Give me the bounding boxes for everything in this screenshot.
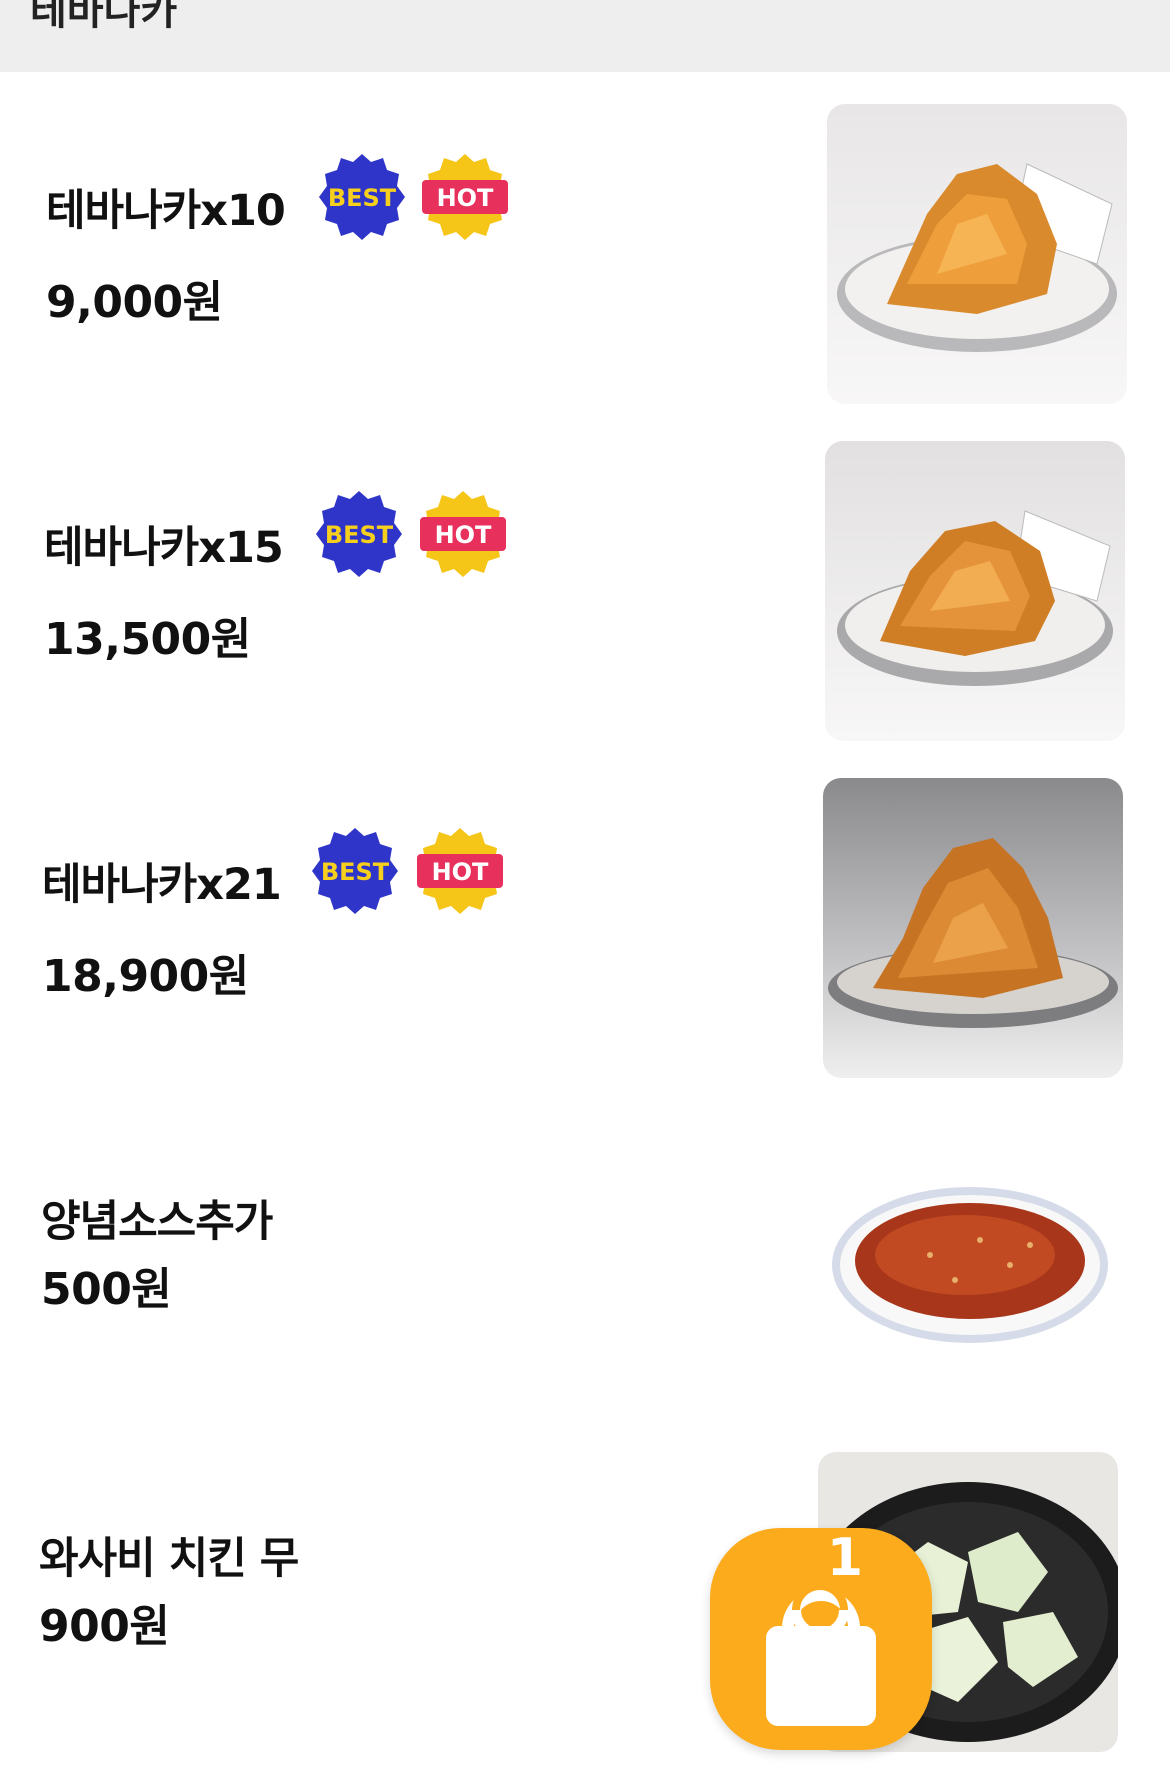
best-badge-label: BEST bbox=[328, 184, 397, 212]
item-name: 와사비 치킨 무 bbox=[39, 1534, 299, 1584]
item-price: 500원 bbox=[41, 1264, 172, 1315]
item-price: 18,900원 bbox=[42, 951, 249, 1002]
menu-item[interactable]: 와사비 치킨 무 900원 bbox=[0, 1436, 1170, 1773]
item-name: 테바나카x21 bbox=[42, 860, 282, 910]
item-photo bbox=[823, 778, 1123, 1078]
best-badge-label: BEST bbox=[325, 521, 394, 549]
hot-badge-label: HOT bbox=[432, 858, 489, 886]
item-name: 테바나카x15 bbox=[44, 523, 284, 573]
best-badge-icon: BEST bbox=[317, 152, 407, 242]
hot-badge-label: HOT bbox=[437, 184, 494, 212]
best-badge-label: BEST bbox=[321, 858, 390, 886]
menu-item[interactable]: 양념소스추가 500원 bbox=[0, 1099, 1170, 1436]
menu-item[interactable]: 테바나카x21 BEST HOT 18,900원 bbox=[0, 762, 1170, 1099]
item-photo bbox=[820, 1115, 1120, 1415]
item-photo bbox=[825, 441, 1125, 741]
item-price: 13,500원 bbox=[44, 614, 251, 665]
cart-count-badge: 1 bbox=[826, 1528, 864, 1588]
item-price: 9,000원 bbox=[46, 277, 223, 328]
hot-badge-icon: HOT bbox=[418, 489, 508, 579]
menu-item[interactable]: 테바나카x10 BEST HOT 9,000원 bbox=[0, 88, 1170, 425]
hot-badge-icon: HOT bbox=[415, 826, 505, 916]
item-name: 테바나카x10 bbox=[46, 186, 286, 236]
section-header: 테바나카 bbox=[0, 0, 1170, 72]
item-photo bbox=[827, 104, 1127, 404]
section-title: 테바나카 bbox=[30, 0, 178, 34]
menu-item[interactable]: 테바나카x15 BEST HOT 13,500원 bbox=[0, 425, 1170, 762]
item-name: 양념소스추가 bbox=[41, 1197, 273, 1247]
best-badge-icon: BEST bbox=[314, 489, 404, 579]
hot-badge-icon: HOT bbox=[420, 152, 510, 242]
hot-badge-label: HOT bbox=[435, 521, 492, 549]
best-badge-icon: BEST bbox=[310, 826, 400, 916]
item-price: 900원 bbox=[39, 1601, 170, 1652]
